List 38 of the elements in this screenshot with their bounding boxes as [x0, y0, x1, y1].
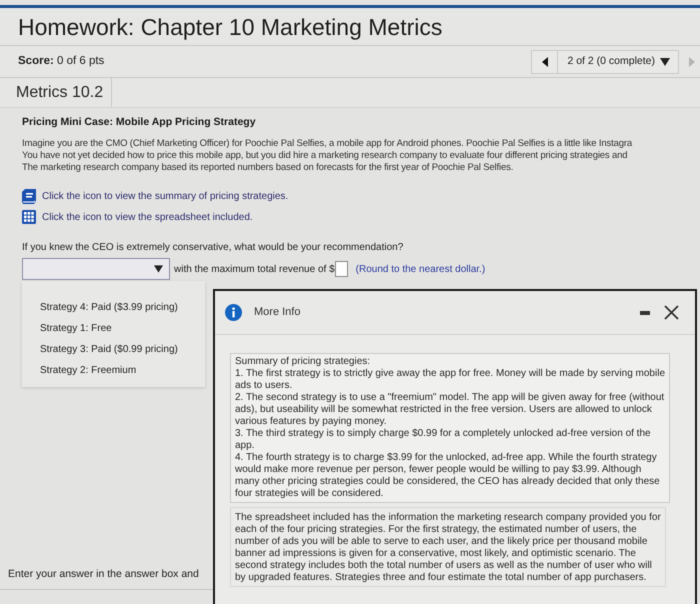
info-icon: [225, 304, 242, 321]
page-title: Homework: Chapter 10 Marketing Metrics: [18, 12, 442, 40]
instruction-text: Enter your answer in the answer box and: [8, 568, 199, 580]
minimize-button[interactable]: [640, 310, 650, 314]
dropdown-option[interactable]: Strategy 3: Paid ($0.99 pricing): [22, 339, 205, 360]
book-icon[interactable]: [22, 188, 36, 204]
close-icon: [664, 305, 679, 320]
score-text: Score: 0 of 6 pts: [18, 54, 104, 69]
spreadsheet-description: The spreadsheet included has the information the marketing research company provided you for each of the four pricing strategies. For the first strategy, the estimated number of users, the number of ads you will be able to serve to each user, and the likely price per thousand mobile banner ad impressions is given for a conservative, most likely, and optimistic scenario. The second strategy includes both the total number of users as well as the number of user who will by upgraded features. Strategies three and four estimate the total number of app purchasers.: [235, 512, 661, 584]
table-icon[interactable]: [22, 210, 36, 224]
dropdown-option[interactable]: Strategy 4: Paid ($3.99 pricing): [22, 297, 205, 318]
left-triangle-icon: [542, 56, 548, 66]
strategy-dropdown[interactable]: [22, 258, 170, 280]
summary-item: 2. The second strategy is to use a "freemium" model. The app will be given away for free (without ads), but useability will be somewhat restricted in the free version. Users are allowed to unlock various features by paying money.: [235, 392, 665, 428]
answer-box[interactable]: [334, 261, 348, 277]
question-text: If you knew the CEO is extremely conservative, what would be your recommendation?: [22, 242, 404, 254]
link-instruction-text: Click the icon to view the spreadsheet included.: [42, 210, 253, 224]
summary-item: 4. The fourth strategy is to charge $3.99 for the unlocked, ad-free app. While the fourth strategy would make more revenue per person, fewer people would be willing to pay $3.99. Although many other pricing strategies could be considered, the CEO has already decided that only these four strategies will be considered.: [235, 452, 661, 500]
caret-down-icon: [660, 58, 670, 66]
question-select[interactable]: 2 of 2 (0 complete): [558, 50, 678, 72]
summary-item: 1. The first strategy is to strictly give away the app for free. Money will be made by serving mobile ads to users.: [235, 368, 665, 392]
link-instruction-text: Click the icon to view the summary of pricing strategies.: [42, 190, 288, 204]
dialog-title: More Info: [254, 305, 300, 320]
intro-text-line: You have not yet decided how to price this mobile app, but you did hire a marketing research company to evaluate four different pricing strategies and: [22, 150, 628, 162]
revenue-label: with the maximum total revenue of $: [174, 262, 335, 276]
summary-title: Summary of pricing strategies:: [235, 356, 372, 368]
minimize-icon: [640, 310, 650, 314]
intro-text-line: Imagine you are the CMO (Chief Marketing Officer) for Poochie Pal Selfies, a mobile app for Android phones. Poochie Pal Selfies is a little like Instagra: [22, 138, 634, 150]
section-title: Metrics 10.2: [8, 78, 112, 107]
case-title: Pricing Mini Case: Mobile App Pricing Strategy: [22, 116, 257, 128]
intro-text-line: The marketing research company based its reported numbers based on forecasts for the first year of Poochie Pal Selfies.: [22, 162, 514, 174]
dropdown-option[interactable]: Strategy 1: Free: [22, 318, 205, 339]
summary-item: 3. The third strategy is to simply charge $0.99 for a completely unlocked ad-free version of the app.: [235, 428, 652, 452]
right-triangle-icon: [689, 56, 695, 66]
close-button[interactable]: [664, 305, 679, 320]
caret-down-icon: [154, 265, 163, 273]
dropdown-option[interactable]: Strategy 2: Freemium: [22, 360, 205, 381]
rounding-hint: (Round to the nearest dollar.): [356, 262, 486, 276]
